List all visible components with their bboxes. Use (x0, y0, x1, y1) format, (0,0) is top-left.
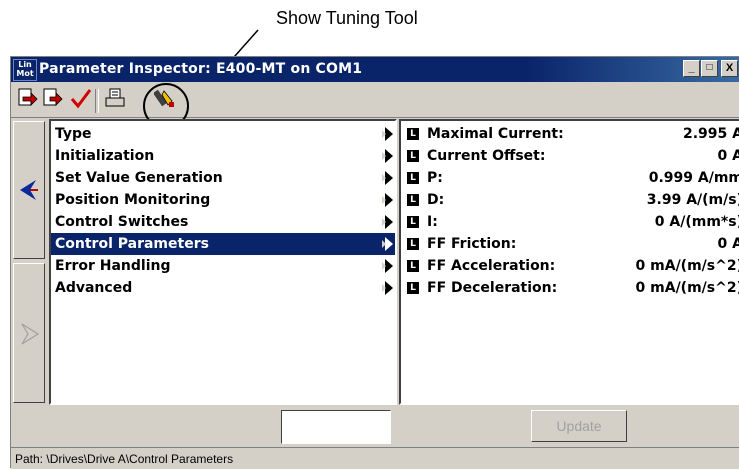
tree-item-position-monitoring[interactable]: Position Monitoring (51, 189, 395, 211)
expand-arrow-icon (382, 237, 393, 251)
tree-item-label: Type (55, 126, 92, 142)
param-row-ff-acceleration[interactable]: L FF Acceleration: 0 mA/(m/s^2) (401, 255, 739, 277)
param-label: I: (427, 214, 438, 230)
tree-item-initialization[interactable]: Initialization (51, 145, 395, 167)
param-row-maximal-current[interactable]: L Maximal Current: 2.995 A (401, 123, 739, 145)
param-type-icon: L (407, 194, 419, 206)
param-type-icon: L (407, 150, 419, 162)
param-type-icon: L (407, 128, 419, 140)
forward-button[interactable] (13, 263, 45, 403)
expand-arrow-icon (382, 127, 393, 141)
category-tree: Type Initialization Set Value Generation… (49, 119, 397, 405)
tree-item-label: Control Switches (55, 214, 189, 230)
param-row-p[interactable]: L P: 0.999 A/mm (401, 167, 739, 189)
expand-arrow-icon (382, 259, 393, 273)
minimize-button[interactable]: _ (683, 60, 700, 77)
param-row-ff-deceleration[interactable]: L FF Deceleration: 0 mA/(m/s^2) (401, 277, 739, 299)
param-label: P: (427, 170, 443, 186)
expand-arrow-icon (382, 215, 393, 229)
window-title: Parameter Inspector: E400-MT on COM1 (39, 61, 363, 77)
tree-item-label: Initialization (55, 148, 155, 164)
tree-item-label: Control Parameters (55, 236, 209, 252)
download-params-icon[interactable] (15, 87, 39, 113)
param-row-ff-friction[interactable]: L FF Friction: 0 A (401, 233, 739, 255)
param-row-i[interactable]: L I: 0 A/(mm*s) (401, 211, 739, 233)
param-value: 0.999 A/mm (648, 170, 739, 186)
back-arrow-icon (20, 180, 38, 200)
print-icon[interactable] (103, 87, 127, 113)
expand-arrow-icon (382, 149, 393, 163)
param-label: Current Offset: (427, 148, 546, 164)
param-value: 0 mA/(m/s^2) (635, 280, 739, 296)
param-value: 0 mA/(m/s^2) (635, 258, 739, 274)
param-label: FF Acceleration: (427, 258, 556, 274)
param-type-icon: L (407, 238, 419, 250)
close-button[interactable]: X (721, 60, 738, 77)
toolbar (11, 83, 739, 118)
param-label: FF Deceleration: (427, 280, 558, 296)
expand-arrow-icon (382, 171, 393, 185)
edit-bar: Update (11, 407, 739, 445)
title-bar[interactable]: Lin Mot Parameter Inspector: E400-MT on … (11, 57, 739, 82)
back-button[interactable] (13, 121, 45, 259)
parameter-inspector-window: Lin Mot Parameter Inspector: E400-MT on … (10, 56, 739, 469)
maximize-button[interactable]: □ (701, 60, 718, 77)
export-params-icon[interactable] (41, 87, 65, 113)
linmot-logo: Lin Mot (13, 59, 37, 81)
param-value: 0 A (717, 148, 739, 164)
toolbar-separator (95, 89, 99, 113)
navigation-panel (11, 119, 47, 405)
tree-item-set-value-generation[interactable]: Set Value Generation (51, 167, 395, 189)
param-type-icon: L (407, 172, 419, 184)
parameter-list: L Maximal Current: 2.995 A L Current Offset… (399, 119, 739, 405)
tree-item-advanced[interactable]: Advanced (51, 277, 395, 299)
param-row-current-offset[interactable]: L Current Offset: 0 A (401, 145, 739, 167)
param-label: D: (427, 192, 445, 208)
value-edit-field[interactable] (281, 410, 391, 444)
param-type-icon: L (407, 282, 419, 294)
callout-label: Show Tuning Tool (276, 8, 418, 28)
tree-item-control-switches[interactable]: Control Switches (51, 211, 395, 233)
status-bar-path: Path: \Drives\Drive A\Control Parameters (11, 447, 739, 469)
tree-item-control-parameters[interactable]: Control Parameters (51, 233, 395, 255)
tree-item-label: Advanced (55, 280, 133, 296)
param-row-d[interactable]: L D: 3.99 A/(m/s) (401, 189, 739, 211)
param-value: 0 A/(mm*s) (654, 214, 739, 230)
tree-item-label: Position Monitoring (55, 192, 211, 208)
param-label: FF Friction: (427, 236, 517, 252)
tree-item-label: Set Value Generation (55, 170, 223, 186)
tree-item-label: Error Handling (55, 258, 171, 274)
forward-arrow-icon (21, 323, 40, 345)
param-type-icon: L (407, 260, 419, 272)
update-button[interactable]: Update (531, 410, 627, 442)
tree-item-error-handling[interactable]: Error Handling (51, 255, 395, 277)
param-label: Maximal Current: (427, 126, 564, 142)
expand-arrow-icon (382, 281, 393, 295)
expand-arrow-icon (382, 193, 393, 207)
param-type-icon: L (407, 216, 419, 228)
tree-item-type[interactable]: Type (51, 123, 395, 145)
checkmark-icon[interactable] (69, 87, 93, 113)
param-value: 2.995 A (683, 126, 739, 142)
param-value: 3.99 A/(m/s) (646, 192, 739, 208)
param-value: 0 A (717, 236, 739, 252)
